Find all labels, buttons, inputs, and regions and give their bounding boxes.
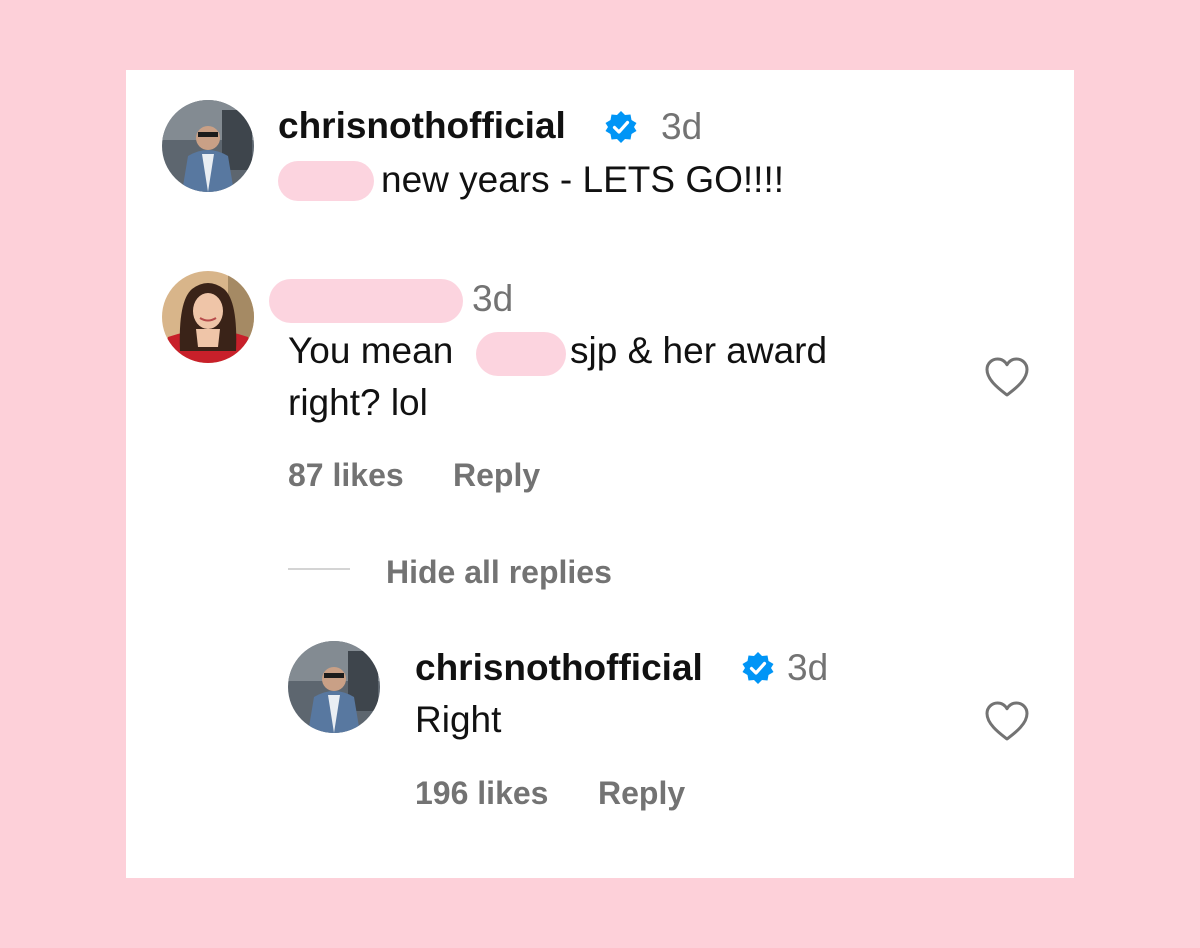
avatar[interactable] <box>162 100 254 192</box>
comment-timestamp[interactable]: 3d <box>661 106 702 148</box>
avatar[interactable] <box>288 641 380 733</box>
reply-text-start: You mean <box>288 330 454 371</box>
like-heart-icon[interactable] <box>984 700 1030 742</box>
nested-reply-text: Right <box>415 699 502 740</box>
reply-button[interactable]: Reply <box>598 775 685 812</box>
redacted-text <box>476 332 566 376</box>
redacted-text <box>278 161 374 201</box>
comments-card: chrisnothofficial 3d new years - LETS GO… <box>126 70 1074 878</box>
avatar-photo <box>162 100 254 192</box>
reply-text-end: sjp & her award <box>570 330 828 371</box>
comment-username[interactable]: chrisnothofficial <box>278 105 566 147</box>
redacted-username <box>269 279 463 323</box>
verified-badge-icon <box>604 110 638 144</box>
like-heart-icon[interactable] <box>984 356 1030 398</box>
comment-text: new years - LETS GO!!!! <box>381 159 785 200</box>
hide-replies-button[interactable]: Hide all replies <box>386 554 612 591</box>
reply-timestamp[interactable]: 3d <box>472 278 513 320</box>
reply-button[interactable]: Reply <box>453 457 540 494</box>
like-count[interactable]: 196 likes <box>415 775 548 812</box>
avatar-photo <box>288 641 380 733</box>
avatar-photo <box>162 271 254 363</box>
avatar[interactable] <box>162 271 254 363</box>
like-count[interactable]: 87 likes <box>288 457 404 494</box>
nested-reply-timestamp[interactable]: 3d <box>787 647 828 689</box>
verified-badge-icon <box>741 651 775 685</box>
reply-text-line2: right? lol <box>288 382 428 423</box>
thread-divider <box>288 568 350 570</box>
nested-reply-username[interactable]: chrisnothofficial <box>415 647 703 689</box>
